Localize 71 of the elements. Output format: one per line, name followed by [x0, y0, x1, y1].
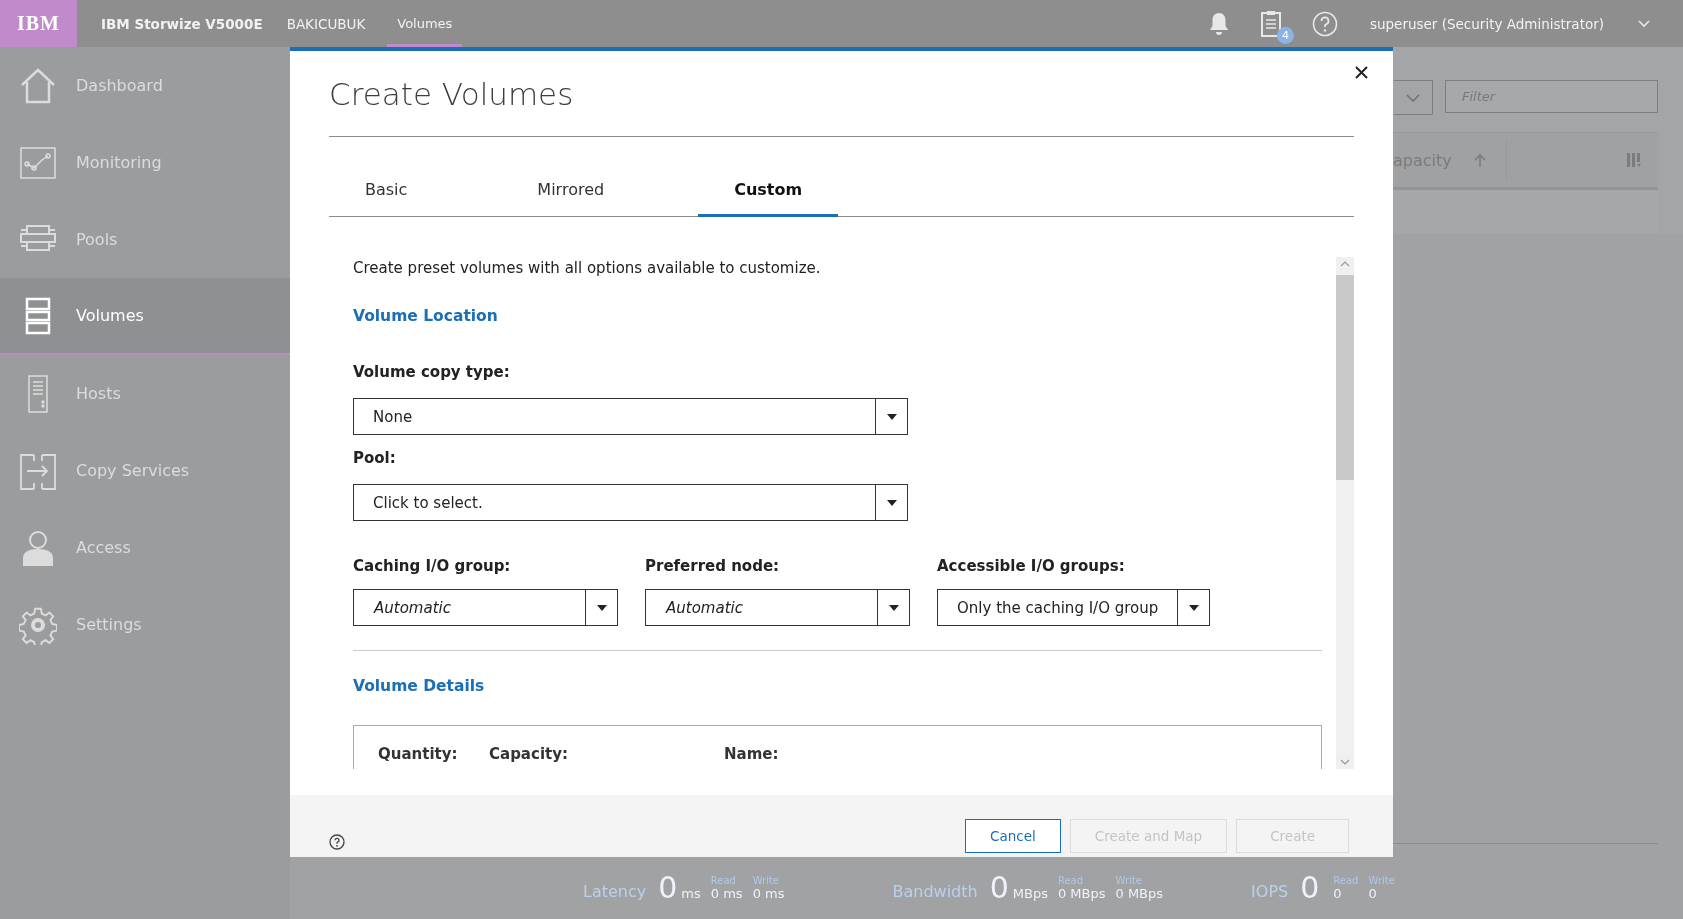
scrollbar[interactable] [1336, 257, 1354, 769]
read-value: 0 [1333, 886, 1343, 901]
sort-up-icon[interactable] [1473, 153, 1486, 167]
dropdown-field[interactable]: Automatic [645, 589, 910, 626]
help-icon[interactable] [329, 834, 345, 850]
dropdown-field[interactable]: None [353, 398, 908, 435]
field-label: Accessible I/O groups: [937, 556, 1126, 577]
field-label: Pool: [353, 448, 397, 469]
metric-value: 0 [658, 873, 678, 903]
dialog-button[interactable]: Cancel [965, 819, 1061, 853]
scroll-down-icon[interactable] [1340, 759, 1350, 765]
caret-down-icon [886, 413, 897, 420]
tab[interactable]: Basic [329, 165, 444, 217]
caret-down-icon [888, 604, 899, 611]
field-label: Volume copy type: [353, 362, 511, 383]
sidebar-item[interactable]: Volumes [0, 278, 290, 355]
ibm-logo[interactable]: IBM [0, 0, 77, 47]
read-label: Read [1333, 875, 1359, 886]
sidebar-item[interactable]: Settings [0, 586, 290, 663]
read-label: Read [1057, 875, 1085, 886]
write-label: Write [1368, 875, 1395, 886]
column-label: Name: [724, 745, 779, 763]
scroll-up-icon[interactable] [1340, 261, 1350, 267]
metric-label: Bandwidth [892, 882, 978, 901]
sidebar-item[interactable]: Copy Services [0, 432, 290, 509]
caret-down-icon [886, 499, 897, 506]
dropdown-field[interactable]: Automatic [353, 589, 618, 626]
bell-icon[interactable] [1207, 10, 1230, 37]
metric-label: IOPS [1251, 882, 1289, 901]
caret-down-icon [1188, 604, 1199, 611]
chevron-down-icon[interactable] [1638, 19, 1650, 28]
read-value: 0 ms [710, 886, 743, 901]
user-menu[interactable]: superuser (Security Administrator) [1369, 15, 1604, 32]
caret-down-icon [596, 604, 607, 611]
sidebar-item[interactable]: Hosts [0, 355, 290, 432]
sidebar-item[interactable]: Monitoring [0, 124, 290, 201]
write-value: 0 MBps [1115, 886, 1164, 901]
read-value: 0 MBps [1057, 886, 1106, 901]
field-label: Preferred node: [645, 556, 781, 577]
metric-value: 0 [989, 873, 1009, 903]
product-name: IBM Storwize V5000E [101, 15, 263, 32]
dropdown-field[interactable]: Only the caching I/O group [937, 589, 1210, 626]
task-count-badge: 4 [1276, 26, 1294, 44]
dropdown-field[interactable]: Click to select. [353, 484, 908, 521]
column-label: Capacity: [489, 745, 568, 763]
system-link[interactable]: BAKICUBUK [286, 0, 366, 47]
section-title: Volume Location [353, 306, 499, 327]
read-label: Read [710, 875, 737, 886]
write-label: Write [1115, 875, 1143, 886]
metric-unit: ms [681, 886, 701, 901]
field-label: Caching I/O group: [353, 556, 512, 577]
description-text: Create preset volumes with all options available to customize. [353, 258, 822, 279]
metric-unit: MBps [1012, 886, 1048, 901]
tab[interactable]: Custom [698, 165, 839, 217]
write-value: 0 [1368, 886, 1378, 901]
columns-icon[interactable] [1626, 152, 1642, 168]
section-title: Volume Details [353, 676, 486, 697]
tab[interactable]: Mirrored [501, 165, 641, 217]
metric-label: Latency [583, 882, 647, 901]
sidebar-item[interactable]: Access [0, 509, 290, 586]
write-label: Write [752, 875, 781, 886]
sidebar-item[interactable]: Pools [0, 201, 290, 278]
clipboard-icon[interactable] [1259, 9, 1282, 38]
dialog-title: Create Volumes [329, 75, 574, 112]
metric-value: 0 [1300, 873, 1320, 903]
sidebar-item[interactable]: Dashboard [0, 47, 290, 124]
chevron-down-icon [1406, 93, 1420, 102]
close-icon[interactable] [1355, 66, 1368, 79]
column-label: Quantity: [378, 745, 458, 763]
dropdown[interactable] [1394, 80, 1433, 115]
write-value: 0 ms [752, 886, 785, 901]
